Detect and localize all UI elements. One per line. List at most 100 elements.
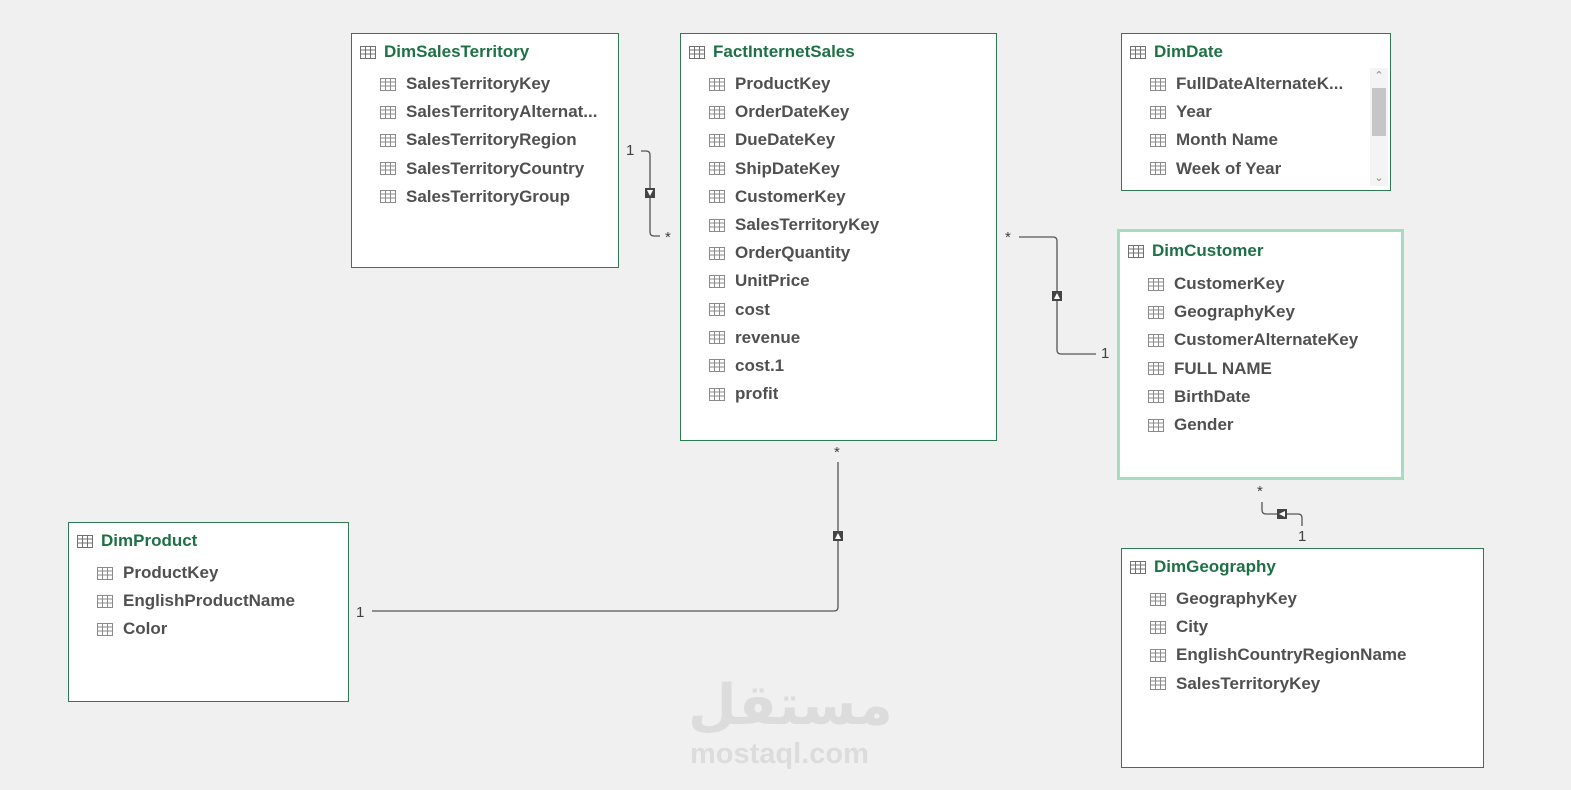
- field-icon: [709, 303, 725, 317]
- field-cost[interactable]: cost: [681, 296, 996, 324]
- table-header[interactable]: DimSalesTerritory: [352, 34, 618, 70]
- table-header[interactable]: DimDate: [1122, 34, 1390, 70]
- table-title: DimGeography: [1154, 557, 1276, 576]
- field-label: Gender: [1174, 415, 1234, 435]
- field-icon: [709, 218, 725, 232]
- field-label: Month Name: [1176, 130, 1278, 150]
- field-label: FullDateAlternateK...: [1176, 74, 1344, 94]
- field-icon: [1148, 362, 1164, 376]
- table-title: DimSalesTerritory: [384, 42, 530, 61]
- field-order-quantity[interactable]: OrderQuantity: [681, 239, 996, 267]
- field-icon: [1148, 418, 1164, 432]
- table-card-fact-internet-sales[interactable]: FactInternetSales ProductKey OrderDateKe…: [680, 33, 997, 441]
- field-icon: [1150, 677, 1166, 691]
- field-icon: [1148, 333, 1164, 347]
- table-title: FactInternetSales: [713, 42, 855, 61]
- field-icon: [709, 133, 725, 147]
- field-label: CustomerKey: [735, 186, 846, 206]
- field-label: Color: [123, 619, 168, 639]
- field-sales-territory-alternate-key[interactable]: SalesTerritoryAlternat...: [352, 98, 618, 126]
- field-profit[interactable]: profit: [681, 380, 996, 408]
- field-label: Year: [1176, 102, 1212, 122]
- relationship-line-fact-product[interactable]: [372, 462, 839, 612]
- cardinality-many-label: *: [1005, 229, 1011, 246]
- field-full-date-alternate-key[interactable]: FullDateAlternateK...: [1122, 70, 1390, 98]
- field-sales-territory-country[interactable]: SalesTerritoryCountry: [352, 155, 618, 183]
- field-sales-territory-region[interactable]: SalesTerritoryRegion: [352, 126, 618, 154]
- field-icon: [380, 77, 396, 91]
- field-full-name[interactable]: FULL NAME: [1120, 355, 1401, 383]
- field-product-key[interactable]: ProductKey: [69, 559, 348, 587]
- table-icon: [689, 45, 705, 59]
- field-label: BirthDate: [1174, 386, 1251, 406]
- field-gender[interactable]: Gender: [1120, 411, 1401, 439]
- field-sales-territory-key[interactable]: SalesTerritoryKey: [352, 70, 618, 98]
- field-icon: [1150, 620, 1166, 634]
- table-card-dim-customer[interactable]: DimCustomer CustomerKey GeographyKey Cus…: [1117, 229, 1404, 480]
- chevron-up-icon[interactable]: ⌃: [1370, 68, 1388, 84]
- field-customer-key[interactable]: CustomerKey: [1120, 270, 1401, 298]
- vertical-scrollbar[interactable]: ⌃ ⌄: [1370, 68, 1388, 186]
- field-color[interactable]: Color: [69, 615, 348, 643]
- field-english-country-region-name[interactable]: EnglishCountryRegionName: [1122, 641, 1483, 669]
- field-cost-1[interactable]: cost.1: [681, 352, 996, 380]
- cardinality-one-label: 1: [1101, 345, 1110, 362]
- filter-arrow-icon: [833, 531, 843, 541]
- table-header[interactable]: FactInternetSales: [681, 34, 996, 70]
- filter-arrow-icon: [1052, 291, 1062, 301]
- table-card-dim-sales-territory[interactable]: DimSalesTerritory SalesTerritoryKey Sale…: [351, 33, 619, 268]
- field-ship-date-key[interactable]: ShipDateKey: [681, 155, 996, 183]
- field-unit-price[interactable]: UnitPrice: [681, 267, 996, 295]
- field-icon: [1150, 133, 1166, 147]
- field-revenue[interactable]: revenue: [681, 324, 996, 352]
- table-header[interactable]: DimGeography: [1122, 549, 1483, 585]
- field-label: OrderDateKey: [735, 102, 850, 122]
- field-order-date-key[interactable]: OrderDateKey: [681, 98, 996, 126]
- field-label: cost.1: [735, 355, 785, 375]
- field-month-name[interactable]: Month Name: [1122, 126, 1390, 154]
- field-english-product-name[interactable]: EnglishProductName: [69, 587, 348, 615]
- field-label: SalesTerritoryKey: [1176, 673, 1321, 693]
- field-icon: [1150, 105, 1166, 119]
- field-year[interactable]: Year: [1122, 98, 1390, 126]
- field-sales-territory-key[interactable]: SalesTerritoryKey: [681, 211, 996, 239]
- field-label: cost: [735, 299, 770, 319]
- field-customer-alternate-key[interactable]: CustomerAlternateKey: [1120, 326, 1401, 354]
- field-customer-key[interactable]: CustomerKey: [681, 183, 996, 211]
- field-birth-date[interactable]: BirthDate: [1120, 383, 1401, 411]
- table-card-dim-product[interactable]: DimProduct ProductKey EnglishProductName…: [68, 522, 349, 702]
- watermark-text: mostaql.com: [690, 738, 869, 770]
- scrollbar-thumb[interactable]: [1372, 88, 1386, 136]
- field-icon: [97, 566, 113, 580]
- field-sales-territory-key[interactable]: SalesTerritoryKey: [1122, 670, 1483, 698]
- field-label: GeographyKey: [1174, 302, 1295, 322]
- table-icon: [360, 45, 376, 59]
- field-label: Week of Year: [1176, 158, 1282, 178]
- field-label: SalesTerritoryKey: [735, 215, 880, 235]
- table-header[interactable]: DimCustomer: [1120, 232, 1401, 270]
- field-icon: [380, 190, 396, 204]
- field-product-key[interactable]: ProductKey: [681, 70, 996, 98]
- table-header[interactable]: DimProduct: [69, 523, 348, 559]
- field-geography-key[interactable]: GeographyKey: [1122, 585, 1483, 613]
- table-card-dim-geography[interactable]: DimGeography GeographyKey City EnglishCo…: [1121, 548, 1484, 768]
- field-icon: [709, 331, 725, 345]
- field-label: CustomerKey: [1174, 274, 1285, 294]
- field-city[interactable]: City: [1122, 613, 1483, 641]
- field-week-of-year[interactable]: Week of Year: [1122, 155, 1390, 183]
- field-label: City: [1176, 617, 1209, 637]
- field-label: EnglishProductName: [123, 591, 295, 611]
- field-due-date-key[interactable]: DueDateKey: [681, 126, 996, 154]
- field-label: ProductKey: [735, 74, 831, 94]
- field-icon: [97, 622, 113, 636]
- field-icon: [709, 387, 725, 401]
- field-sales-territory-group[interactable]: SalesTerritoryGroup: [352, 183, 618, 211]
- cardinality-many-label: *: [834, 444, 840, 461]
- field-icon: [1150, 77, 1166, 91]
- field-label: CustomerAlternateKey: [1174, 330, 1359, 350]
- table-card-dim-date[interactable]: DimDate FullDateAlternateK... Year Month…: [1121, 33, 1391, 191]
- field-icon: [709, 162, 725, 176]
- field-geography-key[interactable]: GeographyKey: [1120, 298, 1401, 326]
- chevron-down-icon[interactable]: ⌄: [1370, 170, 1388, 186]
- field-icon: [1150, 162, 1166, 176]
